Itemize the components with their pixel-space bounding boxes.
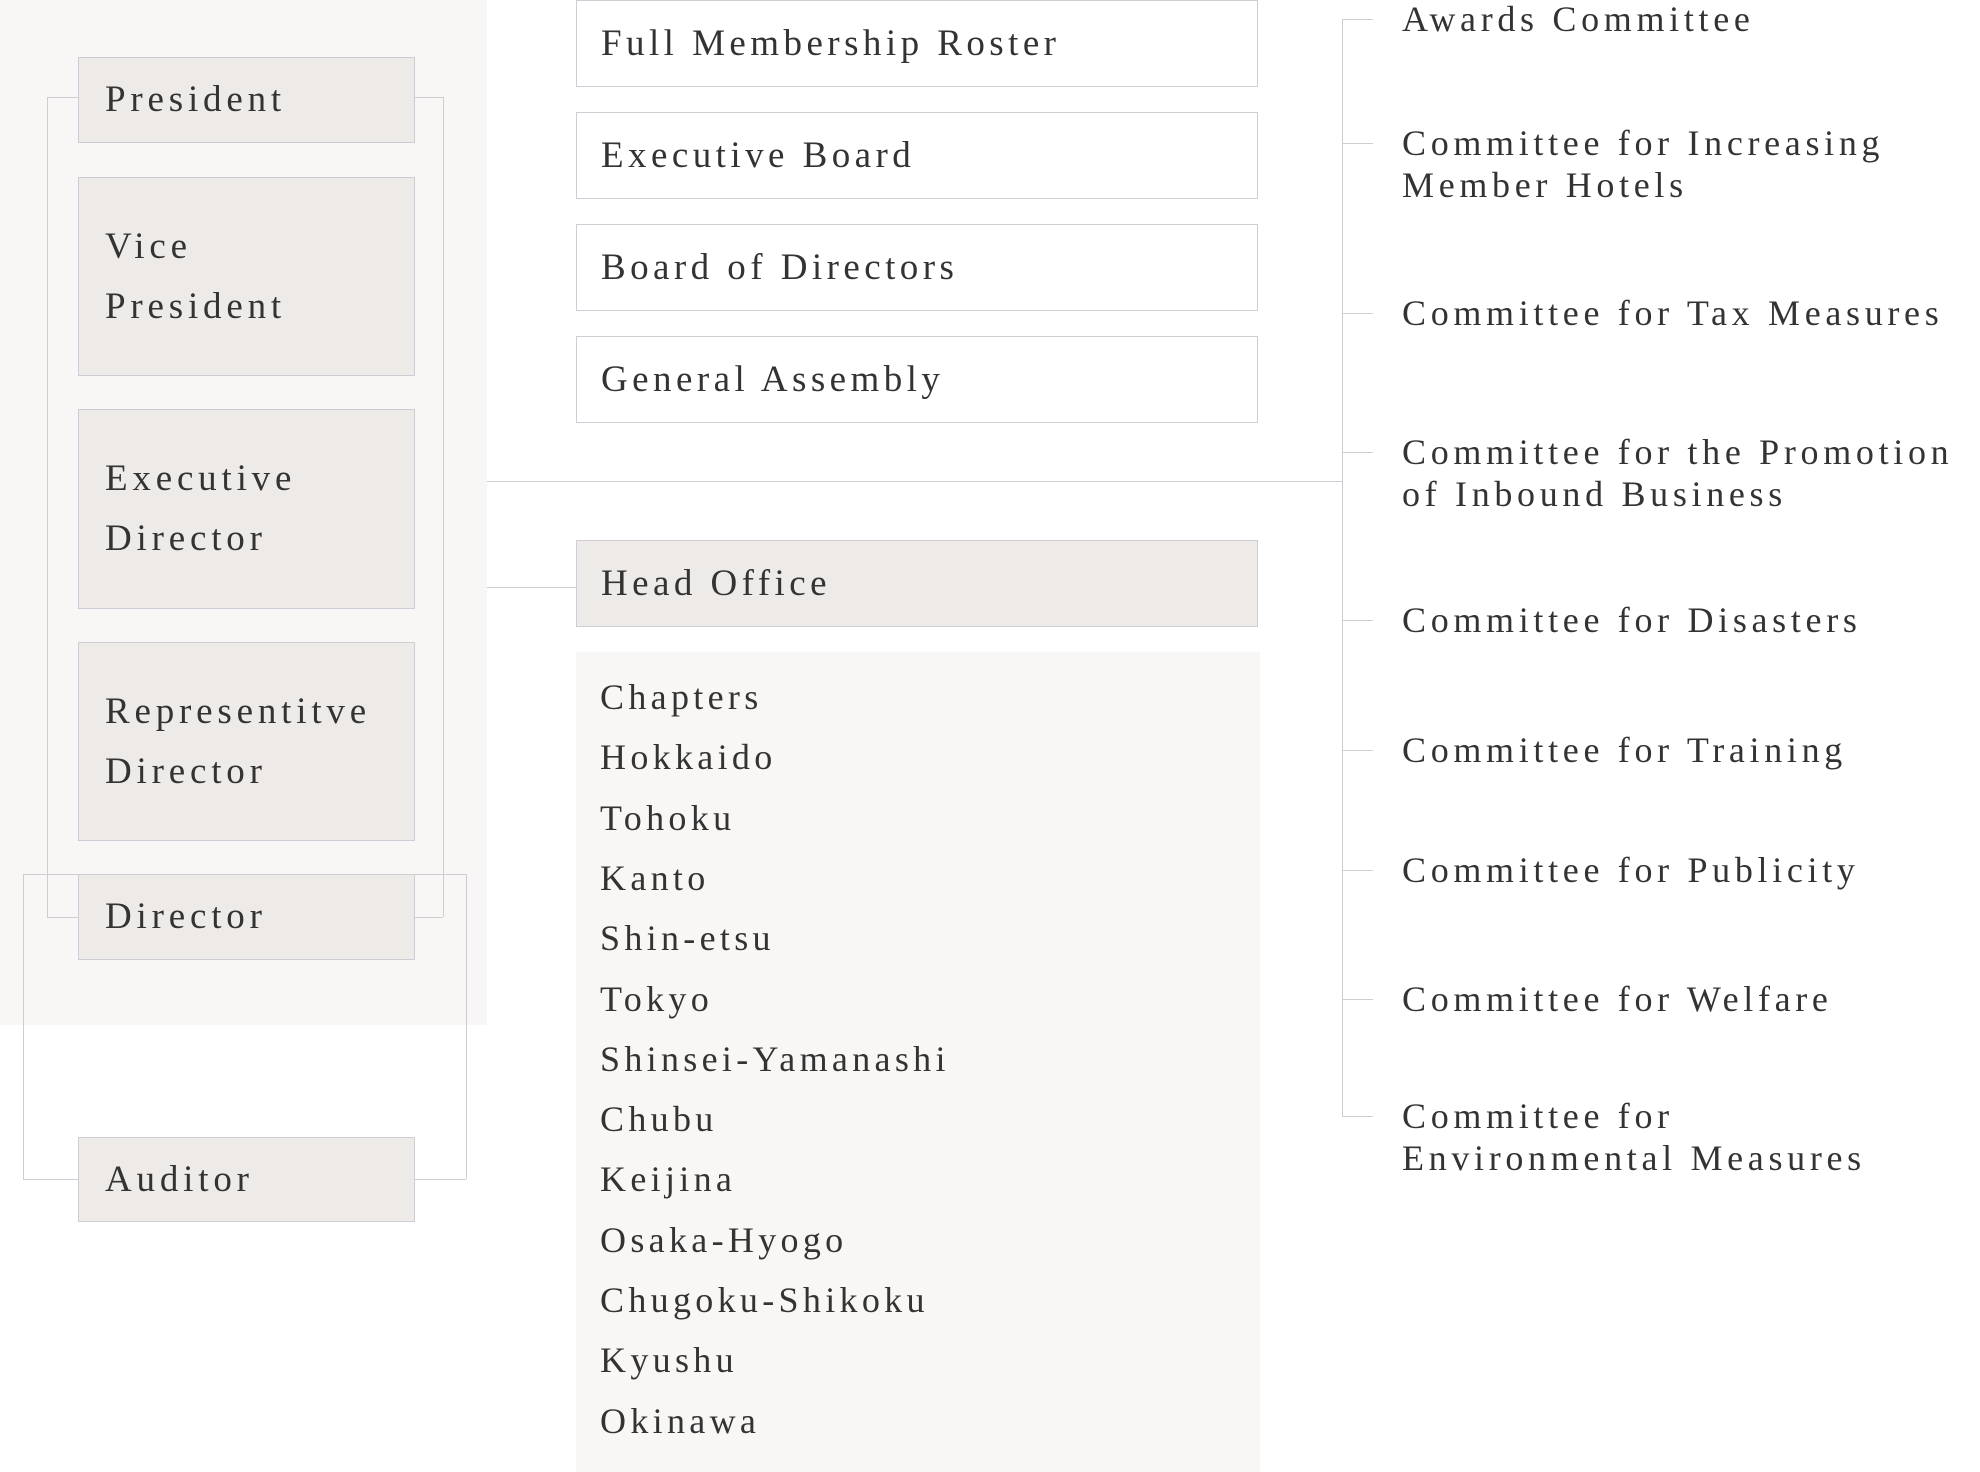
- body-label: Head Office: [601, 563, 831, 604]
- body-label: Executive Board: [601, 135, 916, 176]
- committee-tick: [1342, 313, 1373, 314]
- general-assembly-box: General Assembly: [576, 336, 1258, 423]
- auditor-bracket-right: [466, 874, 467, 1179]
- officer-president: President: [78, 57, 415, 143]
- head-office-connector-line: [487, 587, 576, 588]
- committee-item: Committee for Disasters: [1402, 600, 1862, 640]
- chapter-item: Chubu: [600, 1099, 718, 1140]
- committee-tick: [1342, 143, 1373, 144]
- committee-item: Committee for Environmental Measures: [1402, 1096, 1866, 1178]
- officer-label: Executive Director: [105, 458, 297, 559]
- officers-bracket-left: [47, 97, 48, 917]
- committee-item: Committee for the Promotion of Inbound B…: [1402, 432, 1954, 514]
- body-label: General Assembly: [601, 359, 945, 400]
- chapters-panel: Chapters Hokkaido Tohoku Kanto Shin-etsu Toky…: [576, 652, 1260, 1472]
- full-membership-roster-box: Full Membership Roster: [576, 0, 1258, 87]
- body-label: Board of Directors: [601, 247, 959, 288]
- officers-bracket-right: [443, 97, 444, 917]
- officer-director: Director: [78, 874, 415, 960]
- officer-representative-director: Representitve Director: [78, 642, 415, 841]
- chapter-item: Keijina: [600, 1159, 737, 1200]
- officer-label: President: [105, 79, 286, 120]
- chapter-item: Tohoku: [600, 797, 736, 838]
- committee-tick: [1342, 452, 1373, 453]
- chapter-item: Shin-etsu: [600, 918, 775, 959]
- officers-bracket-bottom-right: [415, 917, 443, 918]
- auditor-bracket-top-left: [23, 874, 78, 875]
- committee-tick: [1342, 999, 1373, 1000]
- committee-tick: [1342, 1116, 1373, 1117]
- officer-label: Director: [105, 896, 267, 937]
- chapter-item: Osaka-Hyogo: [600, 1219, 848, 1260]
- board-of-directors-box: Board of Directors: [576, 224, 1258, 311]
- committee-tick: [1342, 870, 1373, 871]
- officer-vice-president: Vice President: [78, 177, 415, 376]
- committee-item: Committee for Publicity: [1402, 850, 1860, 890]
- committee-item: Committee for Training: [1402, 730, 1847, 770]
- chapter-item: Okinawa: [600, 1400, 761, 1441]
- chapter-item: Kyushu: [600, 1340, 738, 1381]
- committees-connector-line: [487, 481, 1342, 482]
- auditor-bracket-left: [23, 874, 24, 1179]
- committee-tick: [1342, 750, 1373, 751]
- committee-item: Committee for Tax Measures: [1402, 293, 1944, 333]
- officer-label: Vice President: [105, 225, 286, 327]
- chapter-item: Shinsei-Yamanashi: [600, 1038, 950, 1079]
- auditor-bracket-top-right: [415, 874, 466, 875]
- officer-executive-director: Executive Director: [78, 409, 415, 609]
- officers-bracket-bottom-left: [47, 917, 78, 918]
- committee-item: Committee for Increasing Member Hotels: [1402, 123, 1885, 205]
- chapter-item: Tokyo: [600, 978, 714, 1019]
- committee-item: Committee for Welfare: [1402, 979, 1833, 1019]
- auditor-bracket-bottom-right: [415, 1179, 466, 1180]
- committee-tick: [1342, 620, 1373, 621]
- chapter-item: Kanto: [600, 857, 710, 898]
- committee-tick: [1342, 19, 1373, 20]
- chapter-item: Chugoku-Shikoku: [600, 1280, 929, 1320]
- committee-item: Awards Committee: [1402, 0, 1755, 39]
- officer-auditor: Auditor: [78, 1137, 415, 1222]
- chapters-heading: Chapters: [600, 677, 763, 717]
- officers-bracket-top-right: [415, 97, 443, 98]
- chapter-item: Hokkaido: [600, 737, 777, 778]
- committees-spine: [1342, 19, 1343, 1117]
- officer-label: Auditor: [105, 1158, 254, 1200]
- executive-board-box: Executive Board: [576, 112, 1258, 199]
- officers-bracket-top-left: [47, 97, 78, 98]
- head-office-box: Head Office: [576, 540, 1258, 627]
- auditor-bracket-bottom-left: [23, 1179, 78, 1180]
- officer-label: Representitve Director: [105, 690, 371, 792]
- body-label: Full Membership Roster: [601, 23, 1061, 64]
